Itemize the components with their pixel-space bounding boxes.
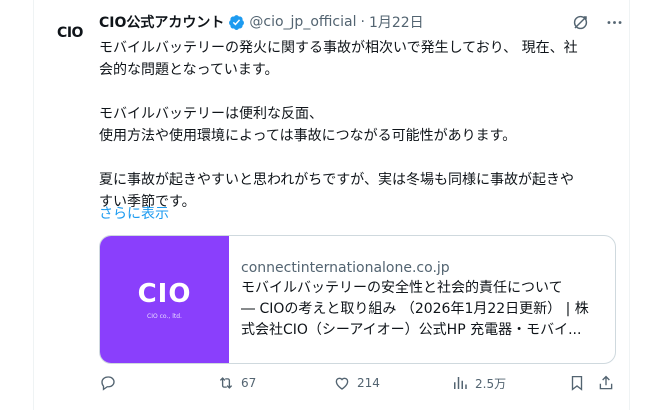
separator-dot: · — [360, 14, 365, 30]
reply-icon — [101, 376, 115, 391]
card-thumb-logo: CIO — [137, 279, 192, 309]
post-line: 夏に事故が起きやすいと思われがちですが、実は冬場も同様に事故が起きや — [99, 172, 575, 188]
avatar[interactable]: CIO — [50, 13, 90, 53]
views-icon — [454, 377, 467, 389]
card-thumbnail: CIO CIO co., ltd. — [100, 236, 229, 363]
post-line: 使用方法や使用環境によっては事故につながる可能性があります。 — [99, 128, 517, 144]
views-button[interactable]: 2.5万 — [451, 374, 506, 392]
account-handle[interactable]: @cio_jp_official — [249, 14, 356, 30]
card-title-line: モバイルバッテリーの安全性と社会的責任について — [241, 280, 563, 296]
post-line: 会的な問題となっています。 — [99, 62, 279, 78]
card-thumb-subtitle: CIO co., ltd. — [147, 313, 182, 320]
top-right-actions — [570, 12, 624, 32]
more-icon[interactable] — [604, 12, 624, 32]
action-bar: 67 214 2.5万 — [99, 374, 619, 398]
avatar-logo: CIO — [57, 25, 83, 41]
share-icon — [599, 375, 613, 390]
retweet-button[interactable]: 67 — [217, 374, 256, 392]
retweet-count: 67 — [241, 376, 257, 390]
post-line: モバイルバッテリーは便利な反面、 — [99, 106, 323, 122]
card-domain: connectinternationalone.co.jp — [241, 260, 450, 276]
like-icon — [335, 377, 349, 390]
like-button[interactable]: 214 — [333, 374, 380, 392]
account-name[interactable]: CIO公式アカウント — [99, 12, 224, 32]
post-date[interactable]: 1月22日 — [369, 12, 424, 32]
retweet-icon — [219, 377, 233, 389]
verified-badge-icon — [229, 14, 245, 30]
post-line: すい季節です。 — [99, 194, 196, 210]
card-title-line: 式会社CIO（シーアイオー）公式HP 充電器・モバイ... — [241, 322, 582, 338]
share-button[interactable] — [597, 374, 615, 392]
show-more-link[interactable]: さらに表示 — [99, 203, 169, 223]
card-body: connectinternationalone.co.jp モバイルバッテリーの… — [229, 236, 615, 363]
reply-button[interactable] — [99, 374, 123, 392]
bookmark-icon — [571, 375, 583, 391]
link-card[interactable]: CIO CIO co., ltd. connectinternationalon… — [99, 235, 616, 364]
like-count: 214 — [357, 376, 380, 390]
bookmark-button[interactable] — [568, 374, 586, 392]
grok-icon[interactable] — [570, 12, 590, 32]
post-line: モバイルバッテリーの発火に関する事故が相次いで発生しており、 現在、社 — [99, 40, 578, 56]
post-text: モバイルバッテリーの発火に関する事故が相次いで発生しており、 現在、社 会的な問… — [99, 37, 619, 213]
card-title-line: ― CIOの考えと取り組み （2026年1月22日更新） | 株 — [241, 301, 589, 317]
card-title: モバイルバッテリーの安全性と社会的責任について ― CIOの考えと取り組み （2… — [241, 278, 615, 341]
views-count: 2.5万 — [475, 376, 507, 391]
post-header: CIO公式アカウント @cio_jp_official · 1月22日 — [99, 12, 424, 32]
